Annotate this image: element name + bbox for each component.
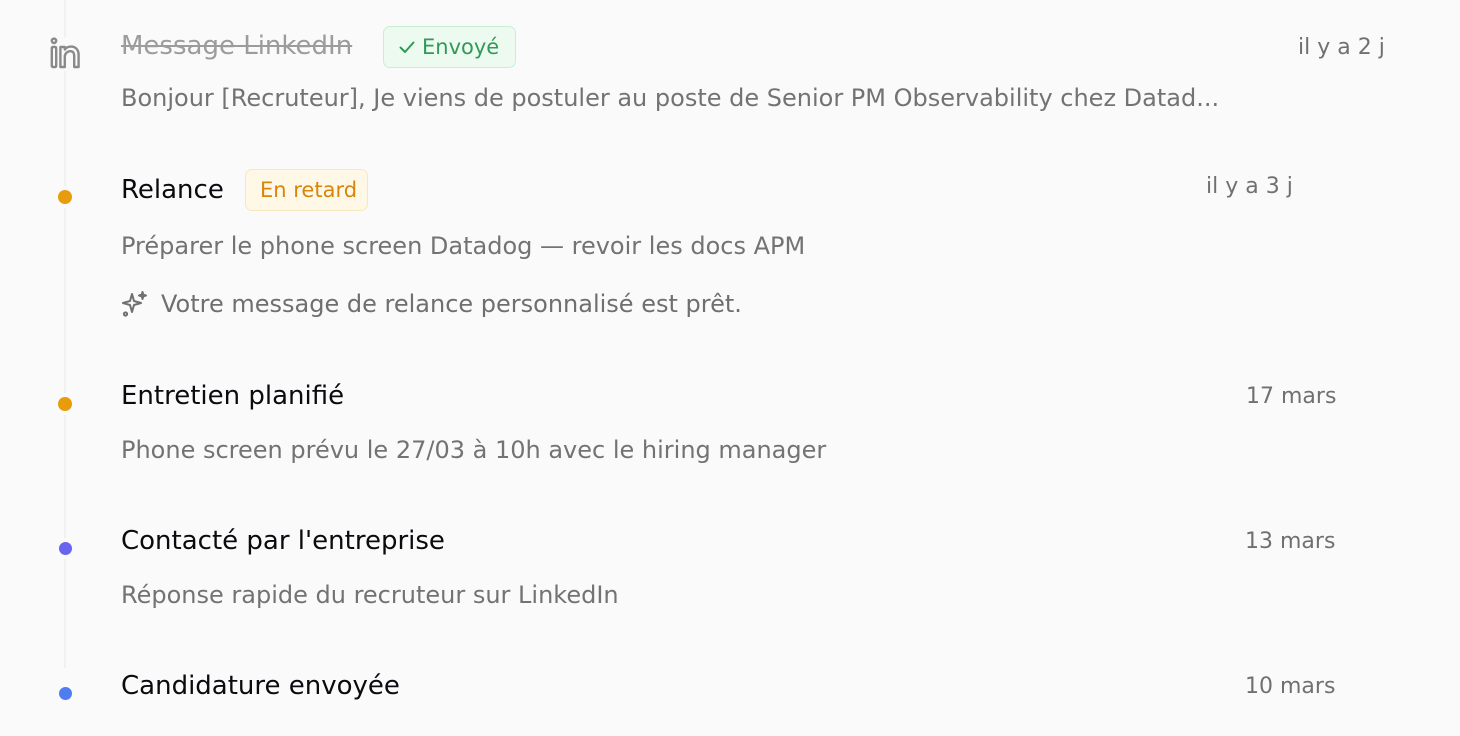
status-badge-late: En retard — [245, 169, 368, 211]
event-date: 13 mars — [1245, 529, 1336, 554]
status-dot — [59, 687, 72, 700]
ai-followup-message[interactable]: Votre message de relance personnalisé es… — [121, 290, 742, 318]
status-badge-label: En retard — [260, 178, 358, 202]
status-dot — [58, 397, 72, 411]
event-title: Entretien planifié — [121, 381, 345, 411]
event-title: Relance — [121, 175, 224, 205]
timeline-rail — [64, 0, 66, 668]
linkedin-icon — [48, 37, 82, 71]
event-description: Bonjour [Recruteur], Je viens de postule… — [121, 84, 1220, 112]
status-dot — [59, 542, 72, 555]
event-title: Candidature envoyée — [121, 671, 400, 701]
ai-message-text: Votre message de relance personnalisé es… — [161, 290, 742, 318]
event-date: 17 mars — [1246, 384, 1337, 409]
event-date: 10 mars — [1245, 674, 1336, 699]
event-description: Phone screen prévu le 27/03 à 10h avec l… — [121, 436, 827, 464]
event-description: Réponse rapide du recruteur sur LinkedIn — [121, 581, 619, 609]
check-icon — [399, 41, 415, 53]
activity-timeline: Message LinkedIn Envoyé il y a 2 j Bonjo… — [0, 0, 1460, 736]
event-title: Message LinkedIn — [121, 31, 353, 61]
event-date: il y a 3 j — [1206, 174, 1293, 199]
sparkles-icon — [122, 291, 147, 317]
status-dot — [58, 190, 72, 204]
status-badge-sent: Envoyé — [383, 26, 516, 68]
event-description: Préparer le phone screen Datadog — revoi… — [121, 232, 806, 260]
event-date: il y a 2 j — [1298, 35, 1385, 60]
event-title: Contacté par l'entreprise — [121, 526, 445, 556]
status-badge-label: Envoyé — [422, 35, 500, 59]
